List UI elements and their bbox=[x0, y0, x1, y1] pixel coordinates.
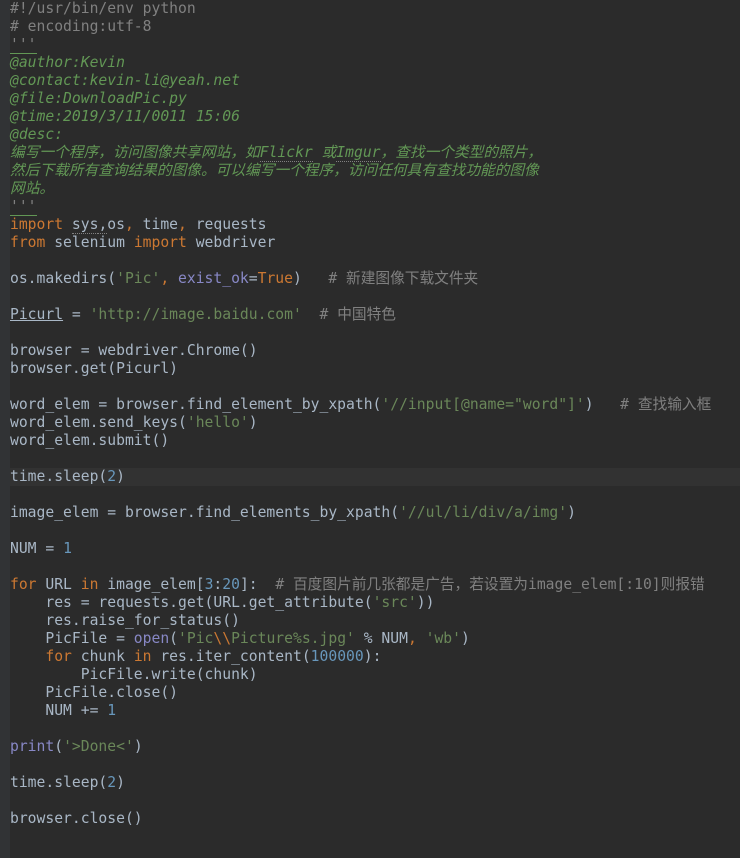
code-line[interactable] bbox=[10, 450, 740, 468]
code-line[interactable] bbox=[10, 324, 740, 342]
code-line[interactable] bbox=[10, 522, 740, 540]
code-line[interactable] bbox=[10, 558, 740, 576]
code-line[interactable]: ''' bbox=[10, 36, 740, 54]
code-line[interactable]: @desc: bbox=[10, 126, 740, 144]
code-line[interactable]: @file:DownloadPic.py bbox=[10, 90, 740, 108]
code-line[interactable]: image_elem = browser.find_elements_by_xp… bbox=[10, 504, 740, 522]
code-line[interactable]: ''' bbox=[10, 198, 740, 216]
code-line[interactable]: browser.close() bbox=[10, 810, 740, 828]
code-line[interactable] bbox=[10, 720, 740, 738]
code-line[interactable]: word_elem.send_keys('hello') bbox=[10, 414, 740, 432]
code-line[interactable]: PicFile.write(chunk) bbox=[10, 666, 740, 684]
code-line[interactable]: NUM += 1 bbox=[10, 702, 740, 720]
code-line[interactable]: for chunk in res.iter_content(100000): bbox=[10, 648, 740, 666]
code-line[interactable]: @author:Kevin bbox=[10, 54, 740, 72]
code-line[interactable]: from selenium import webdriver bbox=[10, 234, 740, 252]
code-line[interactable]: browser = webdriver.Chrome() bbox=[10, 342, 740, 360]
code-line[interactable]: print('>Done<') bbox=[10, 738, 740, 756]
code-line[interactable]: res.raise_for_status() bbox=[10, 612, 740, 630]
code-line[interactable]: word_elem.submit() bbox=[10, 432, 740, 450]
code-line[interactable]: PicFile.close() bbox=[10, 684, 740, 702]
code-line[interactable] bbox=[10, 486, 740, 504]
code-line[interactable]: browser.get(Picurl) bbox=[10, 360, 740, 378]
code-line[interactable]: os.makedirs('Pic', exist_ok=True) # 新建图像… bbox=[10, 270, 740, 288]
code-line[interactable]: import sys,os, time, requests bbox=[10, 216, 740, 234]
code-line[interactable]: word_elem = browser.find_element_by_xpat… bbox=[10, 396, 740, 414]
code-line[interactable] bbox=[10, 792, 740, 810]
code-line[interactable]: #!/usr/bin/env python bbox=[10, 0, 740, 18]
code-line[interactable]: time.sleep(2) bbox=[10, 468, 740, 486]
code-line[interactable]: for URL in image_elem[3:20]: # 百度图片前几张都是… bbox=[10, 576, 740, 594]
editor-gutter bbox=[0, 0, 10, 858]
code-line[interactable] bbox=[10, 756, 740, 774]
code-line[interactable]: time.sleep(2) bbox=[10, 774, 740, 792]
code-line[interactable]: PicFile = open('Pic\\Picture%s.jpg' % NU… bbox=[10, 630, 740, 648]
code-line[interactable]: @contact:kevin-li@yeah.net bbox=[10, 72, 740, 90]
code-line[interactable]: res = requests.get(URL.get_attribute('sr… bbox=[10, 594, 740, 612]
code-line[interactable] bbox=[10, 252, 740, 270]
code-line[interactable]: Picurl = 'http://image.baidu.com' # 中国特色 bbox=[10, 306, 740, 324]
code-line[interactable]: 然后下载所有查询结果的图像。可以编写一个程序，访问任何具有查找功能的图像 bbox=[10, 162, 740, 180]
code-line[interactable]: @time:2019/3/11/0011 15:06 bbox=[10, 108, 740, 126]
code-line[interactable]: NUM = 1 bbox=[10, 540, 740, 558]
code-line[interactable] bbox=[10, 288, 740, 306]
code-line[interactable] bbox=[10, 378, 740, 396]
code-line[interactable]: 网站。 bbox=[10, 180, 740, 198]
code-line[interactable]: # encoding:utf-8 bbox=[10, 18, 740, 36]
code-line[interactable]: 编写一个程序，访问图像共享网站，如Flickr 或Imgur，查找一个类型的照片… bbox=[10, 144, 740, 162]
